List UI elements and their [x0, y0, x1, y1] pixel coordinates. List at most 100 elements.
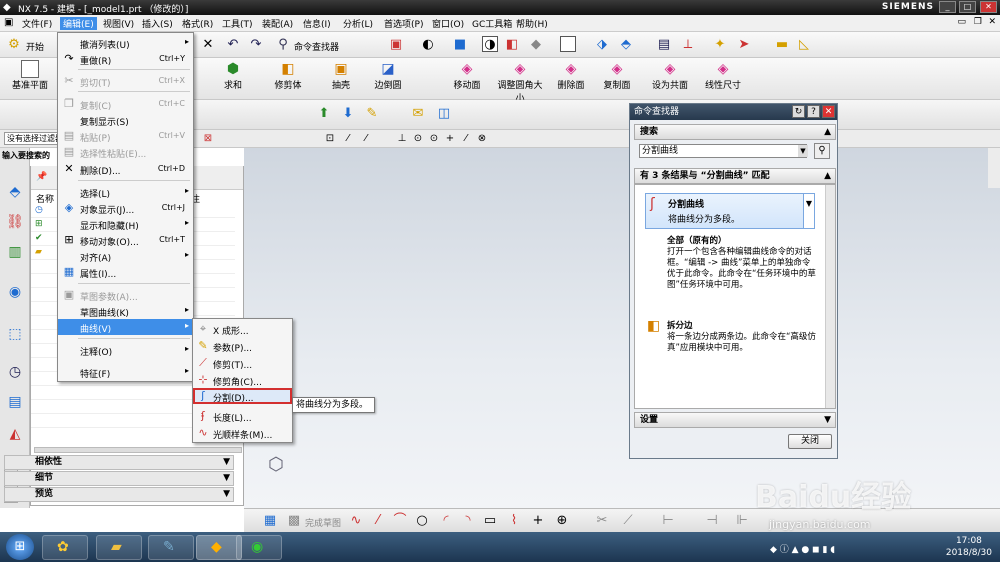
linear-dimension-button[interactable]: ◈ 线性尺寸 — [700, 60, 746, 91]
redo-icon[interactable]: ↷ — [248, 37, 264, 53]
curve-icon[interactable]: ➤ — [736, 37, 752, 53]
expand-icon[interactable]: ⊞ — [35, 219, 43, 229]
make-coplanar-button[interactable]: ◈ 设为共面 — [648, 60, 692, 91]
start-button[interactable]: 开始 — [26, 40, 44, 53]
result-split-edge[interactable]: 拆分边 将一条边分成两条边。此命令在“高级仿真”应用模块中可用。 — [667, 321, 817, 354]
ruler-icon[interactable]: ▬ — [774, 37, 790, 53]
wcs-icon[interactable]: ⬘ — [618, 37, 634, 53]
render-style-icon[interactable]: ◐ — [420, 37, 436, 53]
menu-item-properties[interactable]: ▦ 属性(I)... — [58, 264, 193, 280]
taskbar-explorer[interactable]: ▰ — [96, 535, 142, 560]
part-navigator-icon[interactable]: ▥ — [5, 242, 25, 262]
arc-icon[interactable]: ⌒ — [392, 513, 408, 529]
menu-help[interactable]: 帮助(H) — [516, 17, 548, 30]
datum-plane-button[interactable]: 基准平面 — [8, 60, 52, 91]
snap-point-icon-7[interactable]: + — [442, 131, 458, 147]
fillet-icon[interactable]: ◜ — [438, 513, 454, 529]
menu-tools[interactable]: 工具(T) — [222, 17, 253, 30]
feature-tool-icon-3[interactable]: ✎ — [364, 106, 380, 122]
feature-tool-icon-1[interactable]: ⬆ — [316, 106, 332, 122]
undo-icon[interactable]: ↶ — [225, 37, 241, 53]
reuse-library-icon[interactable]: ▤ — [5, 392, 25, 412]
line-icon[interactable]: ⁄ — [370, 513, 386, 529]
submenu-item-trim-corner[interactable]: ⊹ 修剪角(C)... — [193, 372, 292, 388]
menu-item-annotation[interactable]: 注释(O) ▸ — [58, 342, 193, 358]
quick-extend-icon[interactable]: ⟋ — [620, 513, 636, 529]
close-doc-icon[interactable]: ✕ — [988, 17, 996, 27]
menu-item-object-display[interactable]: ◈ 对象显示(J)... Ctrl+J — [58, 200, 193, 216]
taskbar-app-3[interactable]: ✎ — [148, 535, 194, 560]
profile-icon[interactable]: ∿ — [348, 513, 364, 529]
edge-display-icon[interactable]: ◆ — [528, 37, 544, 53]
rectangle-icon[interactable]: ▭ — [482, 513, 498, 529]
make-corner-icon[interactable]: ⊢ — [660, 513, 676, 529]
section-view-icon[interactable]: ◧ — [504, 37, 520, 53]
menu-item-align[interactable]: 对齐(A) ▸ — [58, 248, 193, 264]
menu-view[interactable]: 视图(V) — [103, 17, 134, 30]
close-dialog-icon[interactable]: ✕ — [822, 105, 835, 118]
search-section-header[interactable]: 搜索 ▲ — [634, 124, 836, 140]
circle-icon[interactable]: ○ — [414, 513, 430, 529]
menu-preferences[interactable]: 首选项(P) — [384, 17, 423, 30]
feature-tool-icon-2[interactable]: ⬇ — [340, 106, 356, 122]
close-part-icon[interactable]: ✕ — [200, 37, 216, 53]
roles-icon[interactable]: ◭ — [5, 424, 25, 444]
command-finder-button[interactable]: 命令查找器 — [294, 40, 339, 53]
snapshot-icon[interactable]: ◫ — [436, 106, 452, 122]
maximize-button[interactable]: □ — [959, 1, 976, 13]
edge-blend-button[interactable]: ◪ 边倒圆 — [370, 60, 406, 91]
offset-icon[interactable]: ⊕ — [554, 513, 570, 529]
sketch-task-icon[interactable]: ▦ — [262, 513, 278, 529]
reset-icon[interactable]: ↻ — [792, 105, 805, 118]
menu-item-show-hide[interactable]: 显示和隐藏(H) ▸ — [58, 216, 193, 232]
folder-icon[interactable]: ✉ — [410, 106, 426, 122]
layer-icon[interactable]: ⬗ — [594, 37, 610, 53]
selection-filter[interactable]: 没有选择过滤器 — [4, 132, 59, 145]
submenu-item-parameters[interactable]: ✎ 参数(P)... — [193, 338, 292, 354]
close-button[interactable]: 关闭 — [788, 434, 832, 449]
constraint-icon[interactable]: ⊣ — [704, 513, 720, 529]
finish-sketch-button[interactable]: 完成草图 — [305, 516, 341, 529]
restore-doc-icon-2[interactable]: ❐ — [974, 17, 982, 27]
background-icon[interactable] — [560, 36, 576, 52]
menu-insert[interactable]: 插入(S) — [142, 17, 173, 30]
results-section-header[interactable]: 有 3 条结果与 “分割曲线” 匹配 ▲ — [634, 168, 836, 184]
snap-point-icon-3[interactable]: ⁄ — [358, 131, 374, 147]
result-dropdown-icon[interactable]: ▼ — [803, 193, 815, 229]
snap-point-icon-8[interactable]: ⁄ — [458, 131, 474, 147]
help-icon[interactable]: ? — [807, 105, 820, 118]
menu-item-sketch-curve[interactable]: 草图曲线(K) ▸ — [58, 303, 193, 319]
submenu-item-smooth-spline[interactable]: ∿ 光顺样条(M)... — [193, 425, 292, 441]
panel-details[interactable]: 细节 ▼ — [4, 471, 234, 486]
menu-item-copy-display[interactable]: 复制显示(S) — [58, 112, 193, 128]
menu-item-feature[interactable]: 特征(F) ▸ — [58, 364, 193, 380]
taskbar-app-1[interactable]: ✿ — [42, 535, 88, 560]
chamfer-icon[interactable]: ◝ — [460, 513, 476, 529]
snap-point-icon-4[interactable]: ⊥ — [394, 131, 410, 147]
trim-body-button[interactable]: ◧ 修剪体 — [268, 60, 308, 91]
snap-point-icon-5[interactable]: ⊙ — [410, 131, 426, 147]
snap-point-icon-6[interactable]: ⊙ — [426, 131, 442, 147]
navigator-scrollbar[interactable] — [34, 447, 242, 453]
minimize-button[interactable]: _ — [939, 1, 956, 13]
menu-edit[interactable]: 编辑(E) — [60, 17, 97, 30]
menu-information[interactable]: 信息(I) — [303, 17, 331, 30]
restore-doc-icon[interactable]: ▭ — [957, 17, 966, 27]
dropdown-arrow-icon[interactable]: ▼ — [798, 145, 808, 157]
constraint-navigator-icon[interactable]: ⛓ — [5, 212, 25, 232]
polygon-icon[interactable]: ⌇ — [506, 513, 522, 529]
close-window-button[interactable]: ✕ — [980, 1, 997, 13]
menu-gc-toolbox[interactable]: GC工具箱 — [472, 17, 512, 30]
resize-blend-button[interactable]: ◈ 调整圆角大小 — [497, 60, 543, 104]
select-filter-icon[interactable]: ⊠ — [200, 131, 216, 147]
panel-dependencies[interactable]: 相依性 ▼ — [4, 455, 234, 470]
submenu-item-x-form[interactable]: ⌖ X 成形... — [193, 321, 292, 337]
measure-icon[interactable]: ▤ — [656, 37, 672, 53]
finish-sketch-icon[interactable]: ▩ — [286, 513, 302, 529]
snap-point-icon-2[interactable]: ⁄ — [340, 131, 356, 147]
shaded-cube-icon[interactable]: ■ — [452, 37, 468, 53]
menu-item-select[interactable]: 选择(L) ▸ — [58, 184, 193, 200]
windows-start-icon[interactable]: ⊞ — [6, 534, 34, 560]
snap-point-icon-1[interactable]: ⊡ — [322, 131, 338, 147]
binoculars-search-icon[interactable]: ⚲ — [814, 143, 830, 159]
